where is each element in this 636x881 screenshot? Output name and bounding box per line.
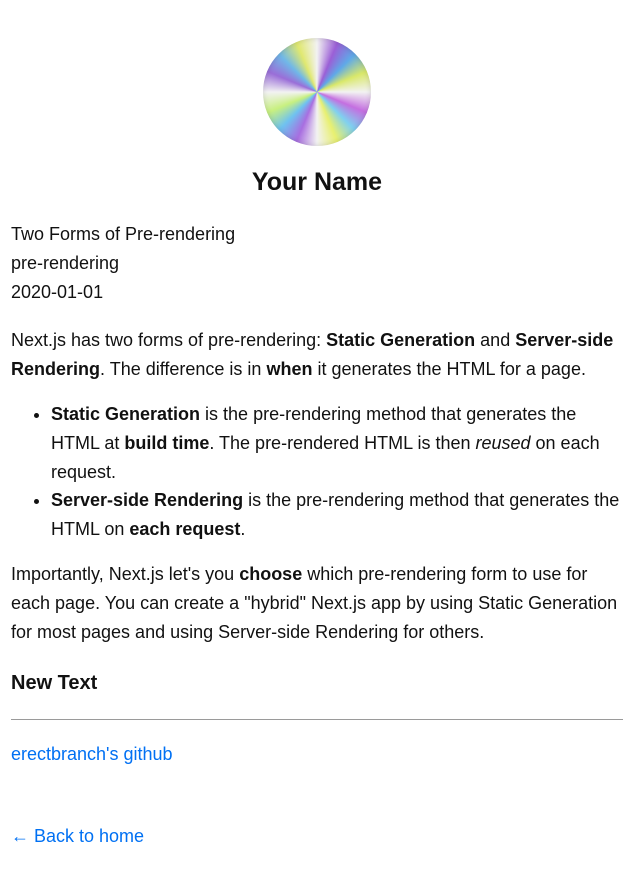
post-date: 2020-01-01 — [11, 281, 104, 302]
pre-rendering-list: Static Generation is the pre-rendering m… — [11, 400, 623, 544]
text: and — [475, 330, 516, 351]
post-id: pre-rendering — [11, 252, 120, 273]
divider — [11, 719, 623, 721]
avatar — [263, 38, 371, 146]
list-item: Server-side Rendering is the pre-renderi… — [51, 486, 623, 544]
post-meta: Two Forms of Pre-rendering pre-rendering… — [11, 220, 623, 306]
header: Your Name — [11, 0, 623, 198]
summary-paragraph: Importantly, Next.js let's you choose wh… — [11, 560, 623, 646]
github-link[interactable]: erectbranch's github — [11, 740, 623, 768]
profile-name: Your Name — [251, 168, 383, 196]
page-container: Your Name Two Forms of Pre-rendering pre… — [11, 0, 623, 850]
bold-text: each request — [129, 519, 241, 540]
bold-text: Server-side Rendering — [51, 490, 244, 511]
section-heading: New Text — [11, 672, 98, 695]
bold-text: when — [266, 359, 313, 380]
bold-text: choose — [239, 563, 303, 584]
text: Next.js has two forms of pre-rendering: — [11, 330, 327, 351]
list-item: Static Generation is the pre-rendering m… — [51, 400, 623, 486]
intro-paragraph: Next.js has two forms of pre-rendering: … — [11, 326, 623, 384]
bold-text: Static Generation — [326, 330, 476, 351]
text: . — [240, 519, 246, 540]
text: it generates the HTML for a page. — [312, 359, 586, 380]
text: Importantly, Next.js let's you — [11, 563, 240, 584]
text: . The pre-rendered HTML is then — [209, 432, 476, 453]
text: . The difference is in — [100, 359, 267, 380]
post-title: Two Forms of Pre-rendering — [11, 224, 236, 244]
back-to-home-link[interactable]: ← Back to home — [11, 822, 623, 850]
bold-text: build time — [124, 432, 210, 453]
bold-text: Static Generation — [51, 403, 201, 424]
italic-text: reused — [475, 432, 531, 453]
